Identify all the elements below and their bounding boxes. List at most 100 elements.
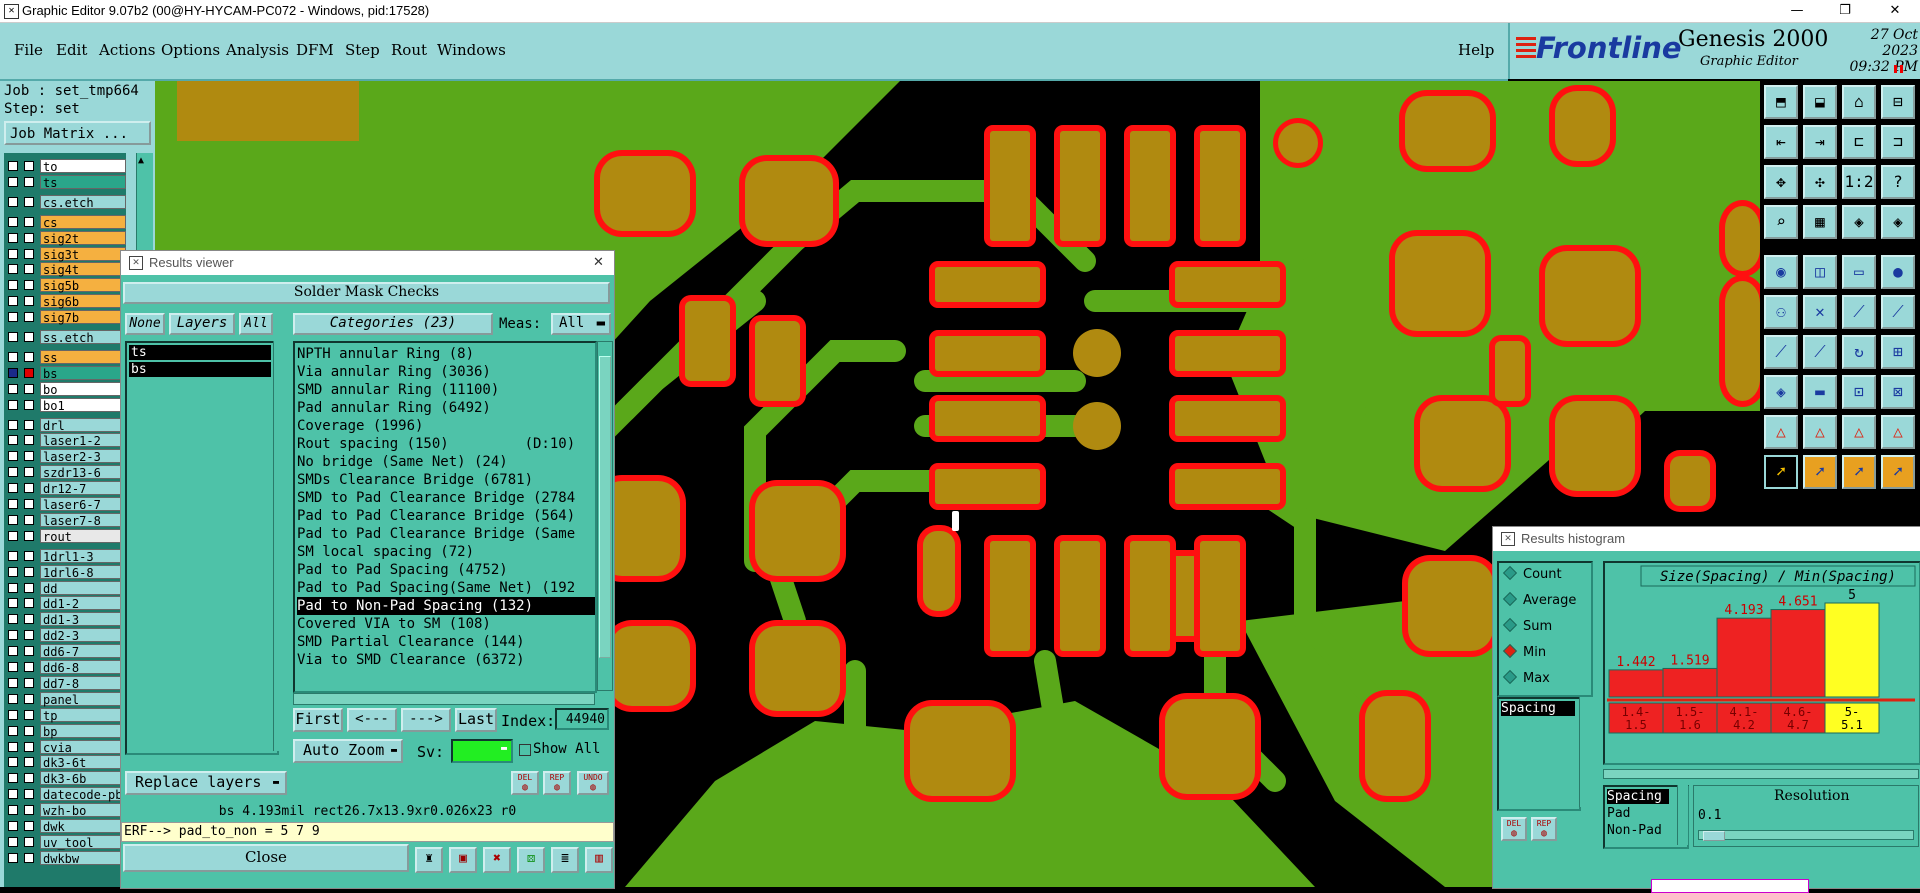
minimize-button[interactable]: —	[1774, 0, 1820, 22]
layer-affected-checkbox[interactable]	[24, 467, 34, 478]
categories-hscrollbar[interactable]	[293, 693, 595, 705]
layer-row[interactable]: sig3t	[6, 246, 126, 262]
tool-select-icon[interactable]: ◈	[1764, 375, 1798, 409]
menu-dfm[interactable]: DFM	[296, 41, 334, 59]
layer-affected-checkbox[interactable]	[24, 332, 34, 342]
layer-row[interactable]: dk3-6b	[6, 771, 126, 786]
layer-display-checkbox[interactable]	[8, 399, 18, 410]
category-item[interactable]: SMD to Pad Clearance Bridge (2784	[297, 489, 595, 507]
layer-row[interactable]: dwk	[6, 819, 126, 834]
histogram-del-button[interactable]: DEL ◍	[1501, 817, 1527, 841]
layer-affected-checkbox[interactable]	[24, 176, 34, 187]
tool-line3-icon[interactable]: ⟋	[1764, 335, 1798, 369]
mode-radio-max[interactable]: Max	[1502, 669, 1550, 689]
layer-display-checkbox[interactable]	[8, 296, 18, 307]
layer-display-checkbox[interactable]	[8, 821, 18, 831]
layer-affected-checkbox[interactable]	[24, 435, 34, 446]
layer-display-checkbox[interactable]	[8, 514, 18, 525]
layer-row[interactable]: tp	[6, 707, 126, 723]
layer-display-checkbox[interactable]	[8, 677, 18, 688]
category-item[interactable]: Via annular Ring (3036)	[297, 363, 595, 381]
layer-affected-checkbox[interactable]	[24, 296, 34, 307]
menu-rout[interactable]: Rout	[391, 41, 427, 59]
tool-rotate-icon[interactable]: ↻	[1842, 335, 1876, 369]
layer-row[interactable]: cs.etch	[6, 194, 126, 210]
layer-display-checkbox[interactable]	[8, 499, 18, 509]
tool-draw-icon[interactable]: ◫	[1803, 255, 1837, 289]
histogram-bar[interactable]	[1824, 602, 1880, 698]
layer-affected-checkbox[interactable]	[24, 789, 34, 800]
tool-grid-icon[interactable]: ▦	[1803, 205, 1837, 239]
histogram-bar[interactable]	[1608, 669, 1664, 698]
del-button[interactable]: DEL ◍	[511, 771, 539, 795]
tool-copy-icon[interactable]: ⬓	[1803, 85, 1837, 119]
layer-display-checkbox[interactable]	[8, 630, 18, 641]
layer-affected-checkbox[interactable]	[24, 419, 34, 430]
layers-label-button[interactable]: Layers	[169, 313, 235, 335]
layer-row[interactable]: dd6-7	[6, 644, 126, 659]
tool-snap-icon[interactable]: ◈	[1842, 205, 1876, 239]
layer-display-checkbox[interactable]	[8, 248, 18, 259]
category-item[interactable]: Rout spacing (150) (D:10)	[297, 435, 595, 453]
category-item[interactable]: NPTH annular Ring (8)	[297, 345, 595, 363]
tool-center-icon[interactable]: ✣	[1803, 165, 1837, 199]
layer-affected-checkbox[interactable]	[24, 630, 34, 641]
layer-display-checkbox[interactable]	[8, 280, 18, 291]
auto-zoom-dropdown[interactable]: Auto Zoom ▬	[293, 739, 403, 763]
tool-split-icon[interactable]: ⊞	[1881, 335, 1915, 369]
field-list-scrollbar[interactable]	[1579, 697, 1592, 807]
tool-tri1-icon[interactable]: △	[1764, 415, 1798, 449]
layer-affected-checkbox[interactable]	[24, 725, 34, 736]
layer-row[interactable]: bs	[6, 365, 126, 381]
layer-affected-checkbox[interactable]	[24, 232, 34, 243]
layer-row[interactable]: bp	[6, 723, 126, 739]
tool-left-icon[interactable]: ⇤	[1764, 125, 1798, 159]
categories-vscrollbar[interactable]	[597, 341, 613, 691]
tool-align2-icon[interactable]: ⊠	[1881, 375, 1915, 409]
menu-edit[interactable]: Edit	[56, 41, 87, 59]
mode-radio-count[interactable]: Count	[1502, 565, 1562, 585]
layer-display-checkbox[interactable]	[8, 383, 18, 394]
layer-row[interactable]: sig4t	[6, 262, 126, 277]
sv-color-dropdown[interactable]: ▬	[451, 739, 513, 763]
layer-display-checkbox[interactable]	[8, 757, 18, 768]
tool-net-icon[interactable]: ⚇	[1764, 295, 1798, 329]
layer-display-checkbox[interactable]	[8, 566, 18, 577]
prev-button[interactable]: <---	[347, 708, 397, 732]
histogram-bar[interactable]	[1770, 609, 1826, 698]
layer-display-checkbox[interactable]	[8, 332, 18, 342]
layer-display-checkbox[interactable]	[8, 216, 18, 227]
type-list-scrollbar[interactable]	[1677, 785, 1688, 845]
layer-affected-checkbox[interactable]	[24, 757, 34, 768]
layer-affected-checkbox[interactable]	[24, 566, 34, 577]
layer-display-checkbox[interactable]	[8, 312, 18, 323]
layer-affected-checkbox[interactable]	[24, 367, 34, 378]
job-matrix-button[interactable]: Job Matrix ...	[4, 121, 151, 145]
tool-panl-icon[interactable]: ⊏	[1842, 125, 1876, 159]
tool-help-icon[interactable]: ?	[1881, 165, 1915, 199]
layer-display-checkbox[interactable]	[8, 789, 18, 800]
category-item[interactable]: Pad to Non-Pad Spacing (132)	[297, 597, 595, 615]
layer-row[interactable]: sig7b	[6, 310, 126, 325]
type-non-pad[interactable]: Non-Pad	[1607, 823, 1662, 838]
tool-bar-icon[interactable]: ▭	[1842, 255, 1876, 289]
layer-display-checkbox[interactable]	[8, 161, 18, 171]
layer-row[interactable]: dd7-8	[6, 675, 126, 691]
layer-row[interactable]: dd1-3	[6, 612, 126, 627]
layer-row[interactable]: dd	[6, 580, 126, 596]
screen-icon[interactable]: ▣	[449, 847, 477, 873]
tool-tri4-icon[interactable]: △	[1881, 415, 1915, 449]
resolution-slider-thumb[interactable]	[1703, 831, 1725, 841]
first-button[interactable]: First	[293, 708, 343, 732]
layer-row[interactable]: ss.etch	[6, 330, 126, 345]
tool-measure-icon[interactable]: ⌕	[1764, 205, 1798, 239]
layer-display-checkbox[interactable]	[8, 550, 18, 561]
layer-row[interactable]: rout	[6, 528, 126, 544]
layer-display-checkbox[interactable]	[8, 530, 18, 541]
undo-button[interactable]: UNDO ◍	[577, 771, 609, 795]
layer-display-checkbox[interactable]	[8, 264, 18, 275]
result-layer-item[interactable]: bs	[129, 362, 271, 377]
layer-display-checkbox[interactable]	[8, 725, 18, 736]
tool-align-icon[interactable]: ⊡	[1842, 375, 1876, 409]
layer-affected-checkbox[interactable]	[24, 280, 34, 291]
